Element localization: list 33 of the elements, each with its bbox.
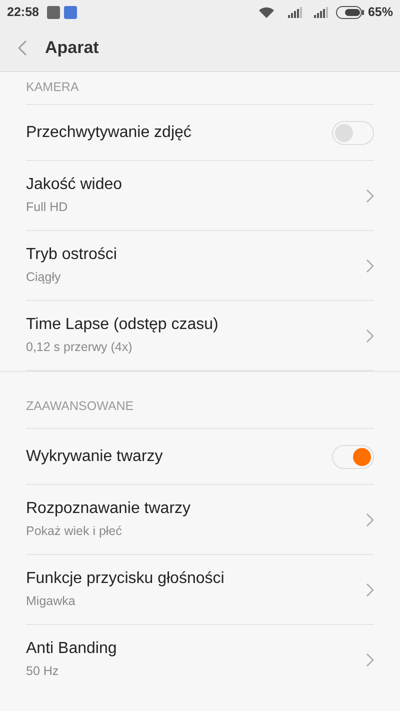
page-title: Aparat bbox=[45, 36, 99, 59]
signal-icon bbox=[288, 6, 302, 18]
setting-title: Anti Banding bbox=[26, 639, 118, 660]
setting-title: Przechwytywanie zdjęć bbox=[26, 122, 192, 142]
section-header: ZAAWANSOWANE bbox=[26, 398, 134, 416]
setting-title: Rozpoznawanie twarzy bbox=[26, 498, 192, 519]
chevron-right-icon bbox=[366, 188, 374, 202]
setting-title: Tryb ostrości bbox=[26, 244, 118, 265]
wifi-icon bbox=[258, 6, 274, 18]
setting-title: Jakość wideo bbox=[26, 174, 124, 195]
chevron-right-icon bbox=[366, 582, 374, 596]
status-time: 22:58 bbox=[7, 4, 39, 21]
toggle-switch[interactable] bbox=[332, 120, 374, 144]
notification-icon bbox=[64, 6, 77, 18]
signal-icon bbox=[314, 6, 328, 18]
setting-title: Funkcje przycisku głośności bbox=[26, 568, 226, 589]
section-header: KAMERA bbox=[26, 79, 79, 96]
battery-percent: 65% bbox=[368, 4, 393, 21]
setting-value: Full HD bbox=[26, 198, 69, 216]
setting-value: 0,12 s przerwy (4x) bbox=[26, 338, 134, 356]
setting-value: Migawka bbox=[26, 592, 76, 610]
chevron-right-icon bbox=[366, 653, 374, 667]
setting-value: Pokaż wiek i płeć bbox=[26, 522, 123, 540]
setting-title: Time Lapse (odstęp czasu) bbox=[26, 314, 220, 335]
battery-icon bbox=[336, 6, 364, 18]
setting-value: 50 Hz bbox=[26, 663, 60, 680]
setting-title: Wykrywanie twarzy bbox=[26, 446, 164, 466]
chevron-right-icon bbox=[366, 258, 374, 272]
notification-icon bbox=[46, 6, 60, 18]
toggle-switch[interactable] bbox=[332, 444, 374, 468]
setting-value: Ciągły bbox=[26, 268, 62, 286]
chevron-right-icon bbox=[366, 512, 374, 526]
chevron-right-icon bbox=[366, 328, 374, 342]
